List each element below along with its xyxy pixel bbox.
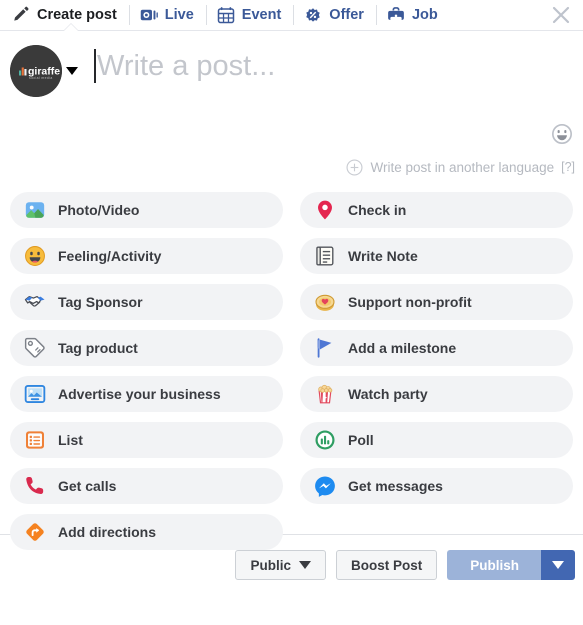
post-text-input[interactable]: Write a post...: [94, 45, 573, 83]
smiley-icon[interactable]: [551, 123, 573, 145]
messenger-icon: [315, 476, 335, 497]
option-label: Poll: [348, 432, 374, 448]
option-label: Check in: [348, 202, 407, 218]
another-language-label[interactable]: Write post in another language: [370, 160, 554, 175]
option-check-in[interactable]: Check in: [300, 192, 573, 228]
tab-label: Create post: [37, 7, 117, 23]
option-get-messages[interactable]: Get messages: [300, 468, 573, 504]
option-label: Tag Sponsor: [58, 294, 143, 310]
tab-offer[interactable]: Offer: [300, 2, 376, 28]
option-list[interactable]: List: [10, 422, 283, 458]
phone-icon: [26, 477, 44, 494]
boost-post-button[interactable]: Boost Post: [335, 550, 438, 580]
option-photo-video[interactable]: Photo/Video: [10, 192, 283, 228]
option-add-milestone[interactable]: Add a milestone: [300, 330, 573, 366]
option-feeling-activity[interactable]: Feeling/Activity: [10, 238, 283, 274]
page-selector[interactable]: giraffe social media: [10, 45, 78, 97]
option-write-note[interactable]: Write Note: [300, 238, 573, 274]
tab-label: Event: [241, 7, 282, 23]
plus-circle-icon[interactable]: [346, 158, 363, 176]
giraffe-logo-icon: giraffe social media: [10, 45, 62, 97]
publish-button-group: Publish: [447, 550, 575, 580]
live-video-icon: [140, 9, 158, 21]
tab-divider: [205, 5, 207, 25]
grid-empty-cell: [300, 514, 573, 550]
emoji-row: [0, 123, 583, 149]
audience-label: Public: [250, 557, 291, 573]
another-language-row[interactable]: Write post in another language [?]: [0, 149, 583, 179]
option-add-directions[interactable]: Add directions: [10, 514, 283, 550]
post-placeholder: Write a post...: [97, 50, 276, 82]
audience-selector-button[interactable]: Public: [235, 550, 326, 580]
text-cursor: [94, 49, 96, 83]
tab-divider: [128, 5, 130, 25]
tab-label: Job: [411, 7, 438, 23]
option-label: List: [58, 432, 83, 448]
percent-badge-icon: [306, 8, 321, 22]
option-label: Watch party: [348, 386, 428, 402]
handshake-icon: [24, 295, 45, 307]
directions-icon: [26, 523, 44, 541]
location-pin-icon: [318, 200, 332, 220]
option-label: Add a milestone: [348, 340, 457, 356]
list-icon: [26, 431, 44, 449]
dialog-tab-bar: Create post Live Event Offer Job: [0, 0, 583, 30]
composer-area: giraffe social media Write a post...: [0, 31, 583, 123]
tab-job[interactable]: Job: [383, 2, 450, 28]
publish-label: Publish: [470, 557, 519, 573]
option-watch-party[interactable]: Watch party: [300, 376, 573, 412]
option-label: Get messages: [348, 478, 443, 494]
chevron-down-icon: [552, 561, 564, 569]
photo-video-icon: [25, 202, 45, 218]
avatar: giraffe social media: [10, 45, 62, 97]
close-icon[interactable]: [549, 3, 573, 27]
smiley-yellow-icon: [25, 246, 45, 266]
option-poll[interactable]: Poll: [300, 422, 573, 458]
option-tag-product[interactable]: Tag product: [10, 330, 283, 366]
notebook-icon: [316, 246, 334, 266]
tab-bar-divider: [0, 24, 583, 31]
option-label: Tag product: [58, 340, 138, 356]
active-tab-pointer: [64, 24, 78, 31]
donation-heart-icon: [315, 294, 335, 311]
pencil-icon: [14, 6, 29, 21]
option-advertise-your-business[interactable]: Advertise your business: [10, 376, 283, 412]
popcorn-icon: [318, 384, 333, 404]
post-options-grid: Photo/Video Check in Feeling/Activity Wr…: [0, 179, 583, 550]
tab-label: Offer: [329, 7, 364, 23]
tab-label: Live: [164, 7, 194, 23]
publish-options-button[interactable]: [541, 550, 575, 580]
calendar-icon: [217, 7, 235, 24]
option-support-non-profit[interactable]: Support non-profit: [300, 284, 573, 320]
tab-event[interactable]: Event: [213, 2, 294, 28]
boost-label: Boost Post: [350, 557, 423, 573]
poll-bars-icon: [315, 430, 335, 450]
option-label: Add directions: [58, 524, 157, 540]
svg-text:social media: social media: [29, 76, 53, 80]
publish-button[interactable]: Publish: [447, 550, 541, 580]
option-label: Feeling/Activity: [58, 248, 162, 264]
flag-icon: [317, 338, 332, 358]
help-hint[interactable]: [?]: [561, 160, 575, 174]
option-tag-sponsor[interactable]: Tag Sponsor: [10, 284, 283, 320]
option-label: Write Note: [348, 248, 418, 264]
chevron-down-icon: [298, 561, 311, 569]
option-label: Photo/Video: [58, 202, 140, 218]
option-get-calls[interactable]: Get calls: [10, 468, 283, 504]
option-label: Advertise your business: [58, 386, 221, 402]
option-label: Get calls: [58, 478, 117, 494]
option-label: Support non-profit: [348, 294, 472, 310]
advertise-icon: [24, 385, 46, 403]
briefcase-icon: [388, 7, 404, 21]
chevron-down-icon[interactable]: [66, 67, 78, 75]
tab-divider: [293, 5, 295, 25]
price-tag-icon: [24, 337, 45, 358]
tab-divider: [375, 5, 377, 25]
tab-live[interactable]: Live: [136, 2, 206, 28]
